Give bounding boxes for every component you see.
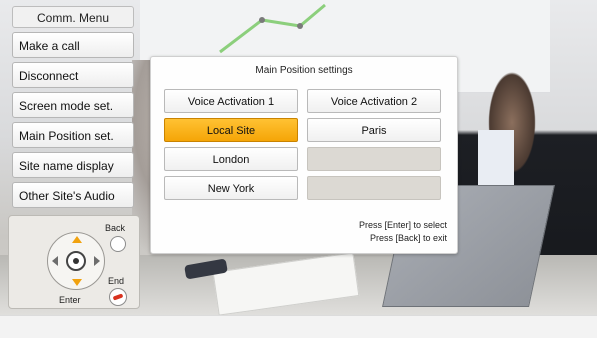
dialog-title: Main Position settings xyxy=(255,65,353,76)
background-shirt xyxy=(478,130,514,185)
dpad-icon[interactable] xyxy=(47,232,105,290)
enter-button-icon[interactable] xyxy=(66,251,86,271)
hint-select: Press [Enter] to select xyxy=(358,220,447,230)
end-label: End xyxy=(108,276,125,286)
menu-item-main-position[interactable]: Main Position set. xyxy=(12,122,134,148)
comm-menu-title: Comm. Menu xyxy=(12,6,134,28)
option-voice-activation-1[interactable]: Voice Activation 1 xyxy=(164,89,298,113)
option-empty-slot xyxy=(307,147,441,171)
arrow-right-icon xyxy=(94,256,100,266)
back-label: Back xyxy=(105,223,126,233)
menu-item-make-a-call[interactable]: Make a call xyxy=(12,32,134,58)
option-local-site[interactable]: Local Site xyxy=(164,118,298,142)
menu-item-disconnect[interactable]: Disconnect xyxy=(12,62,134,88)
arrow-down-icon xyxy=(72,279,82,286)
end-call-button-icon[interactable] xyxy=(109,288,127,306)
arrow-left-icon xyxy=(52,256,58,266)
video-conference-screen: Comm. Menu Make a call Disconnect Screen… xyxy=(0,0,597,338)
menu-item-other-sites-audio[interactable]: Other Site's Audio xyxy=(12,182,134,208)
back-button-icon[interactable] xyxy=(110,236,126,252)
main-position-settings-dialog: Main Position settings Voice Activation … xyxy=(150,56,458,254)
hint-exit: Press [Back] to exit xyxy=(369,233,447,243)
option-empty-slot xyxy=(307,176,441,200)
bottom-strip xyxy=(0,315,597,338)
arrow-up-icon xyxy=(72,236,82,243)
option-london[interactable]: London xyxy=(164,147,298,171)
menu-item-screen-mode[interactable]: Screen mode set. xyxy=(12,92,134,118)
option-voice-activation-2[interactable]: Voice Activation 2 xyxy=(307,89,441,113)
option-new-york[interactable]: New York xyxy=(164,176,298,200)
remote-control-guide: Back Enter End xyxy=(8,215,140,309)
menu-item-site-name-display[interactable]: Site name display xyxy=(12,152,134,178)
option-paris[interactable]: Paris xyxy=(307,118,441,142)
enter-label: Enter xyxy=(59,295,81,305)
